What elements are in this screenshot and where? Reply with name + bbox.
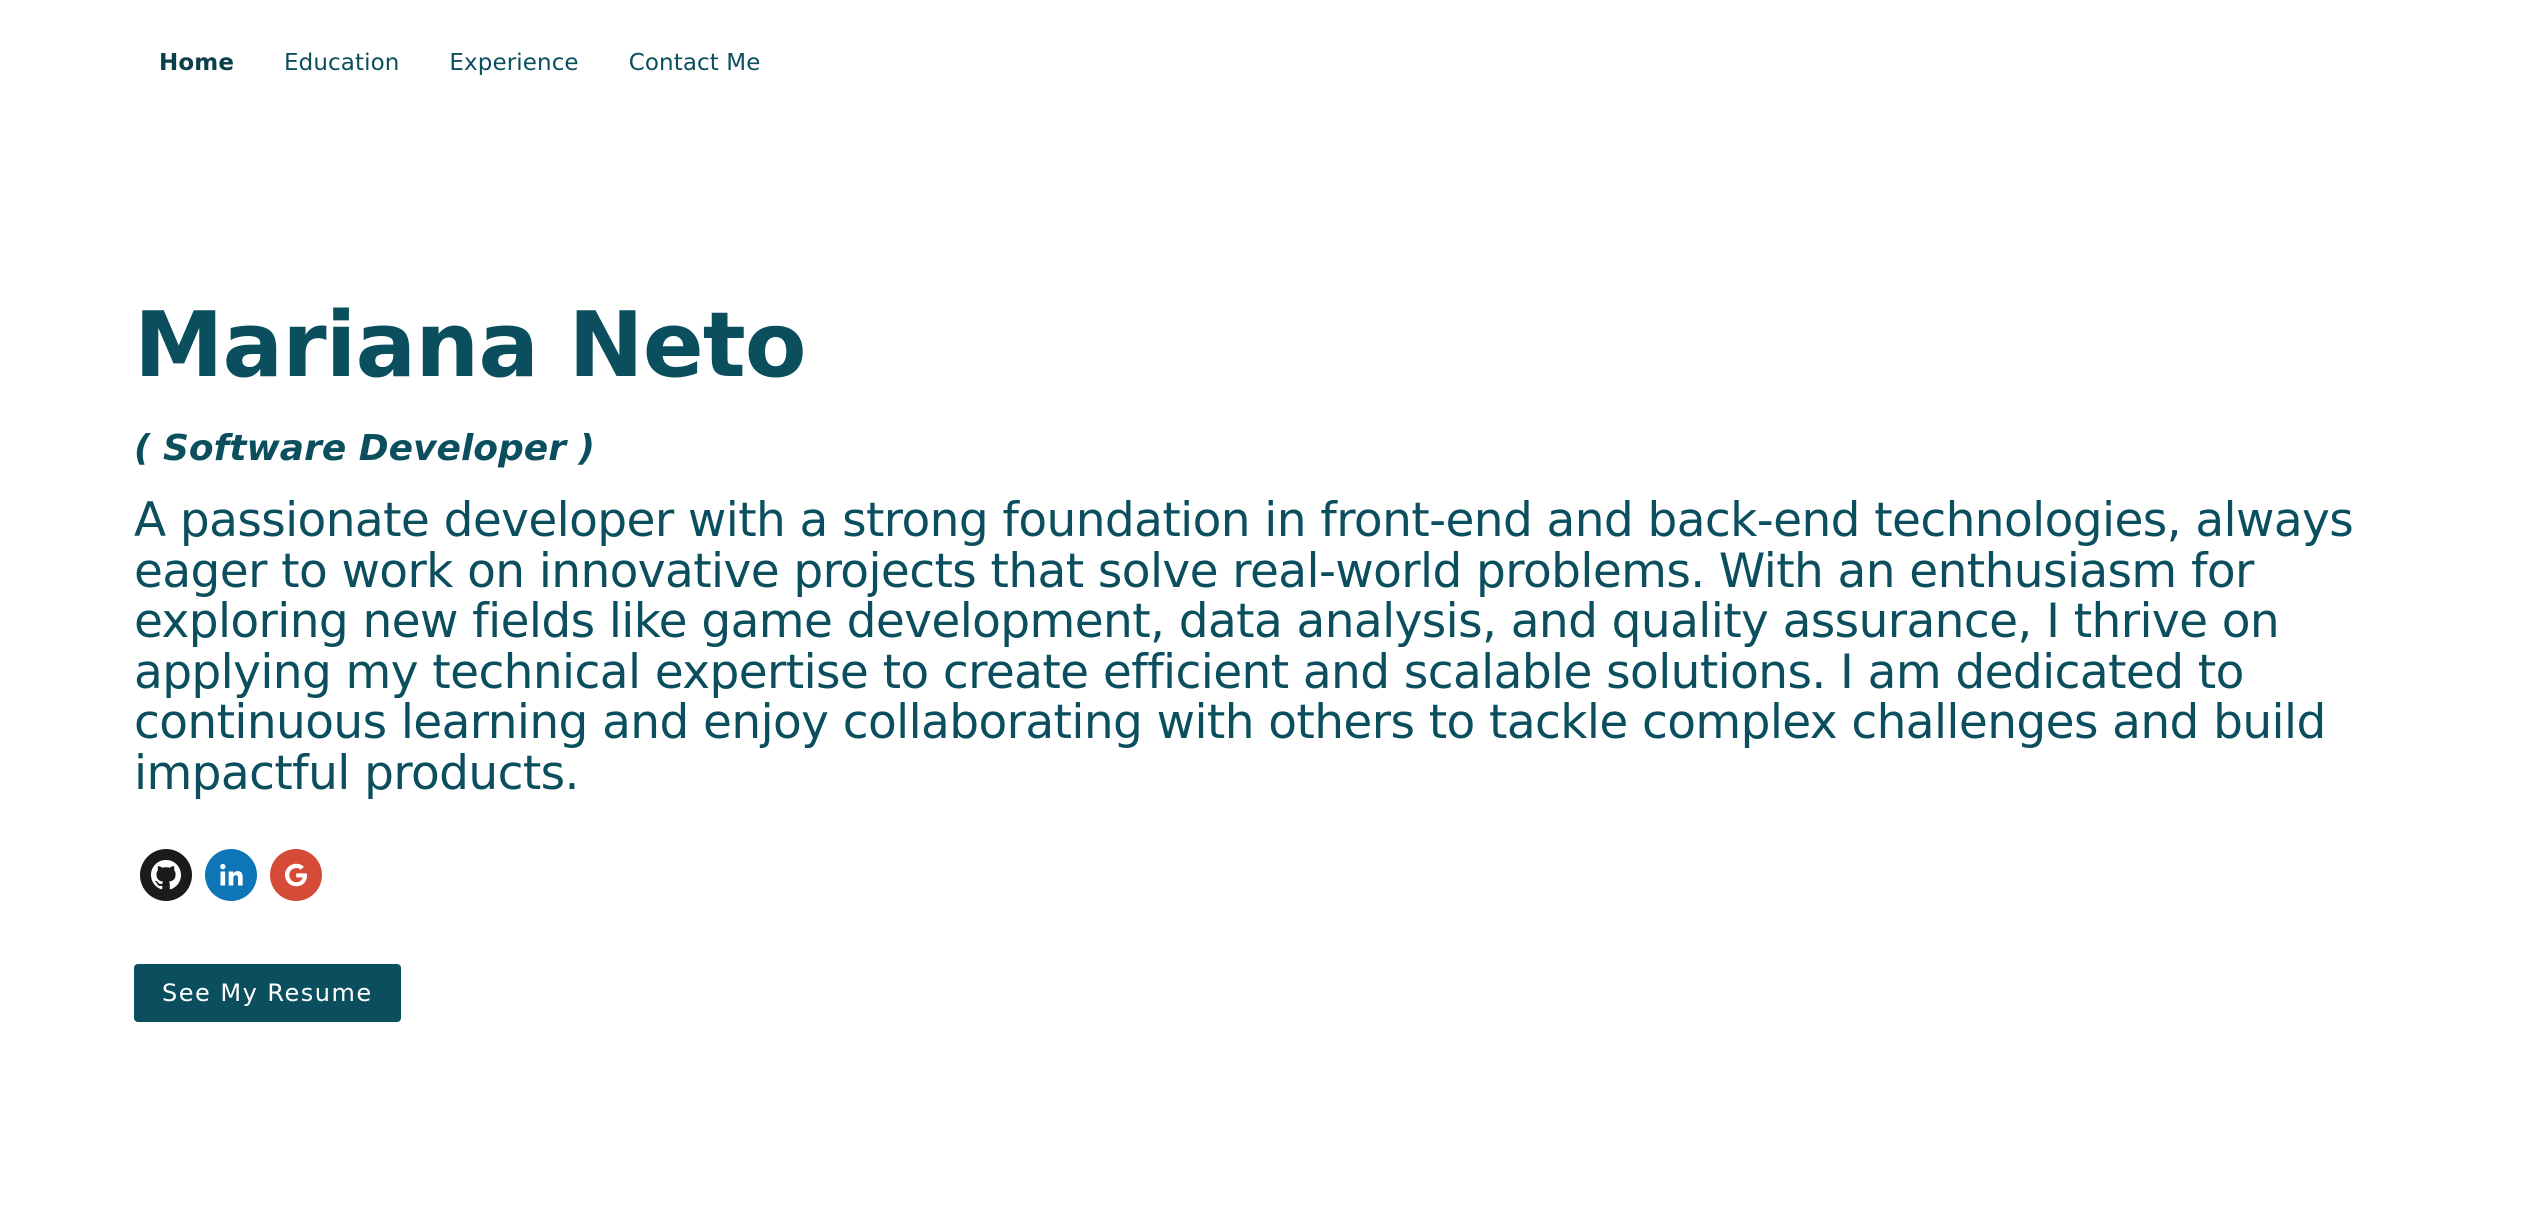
page: Home Education Experience Contact Me Mar…	[0, 0, 2530, 1232]
nav-home-link[interactable]: Home	[134, 40, 259, 86]
google-button[interactable]	[270, 849, 322, 901]
github-icon	[151, 860, 181, 890]
linkedin-icon	[217, 861, 245, 889]
nav-experience-link[interactable]: Experience	[424, 40, 603, 86]
linkedin-button[interactable]	[205, 849, 257, 901]
see-resume-button[interactable]: See My Resume	[134, 964, 401, 1022]
nav-education-link[interactable]: Education	[259, 40, 424, 86]
google-icon	[281, 860, 311, 890]
social-links	[140, 849, 2394, 901]
hero-section: Mariana Neto ( Software Developer ) A pa…	[134, 290, 2394, 1022]
top-nav: Home Education Experience Contact Me	[134, 40, 785, 86]
page-title: Mariana Neto	[134, 293, 807, 398]
role-subtitle: ( Software Developer )	[134, 428, 595, 469]
github-button[interactable]	[140, 849, 192, 901]
bio-paragraph: A passionate developer with a strong fou…	[134, 493, 2354, 801]
nav-contact-link[interactable]: Contact Me	[604, 40, 786, 86]
